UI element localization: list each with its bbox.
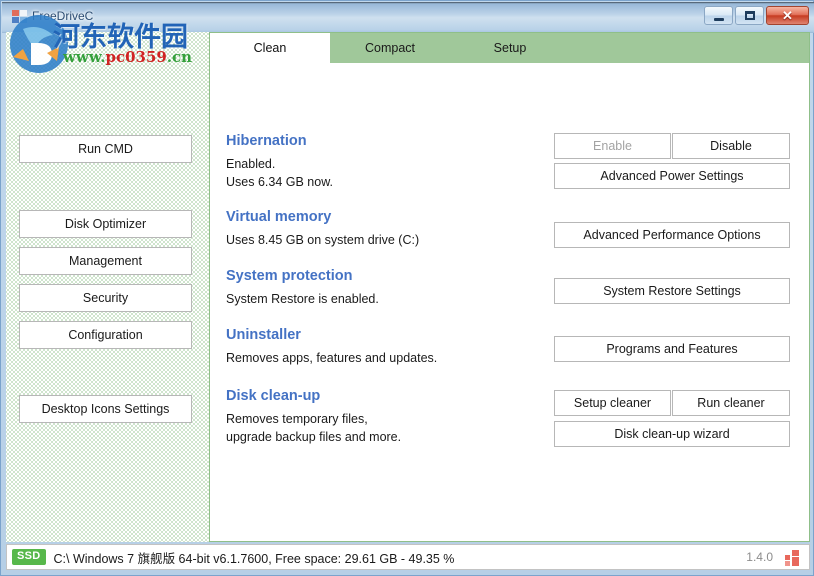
button-label: Enable [593,139,632,153]
tab-clean[interactable]: Clean [210,33,330,63]
sidebar-button-security[interactable]: Security [19,284,192,312]
button-label: Advanced Performance Options [583,228,760,242]
four-squares-logo-icon [785,550,801,566]
system-restore-settings-button[interactable]: System Restore Settings [554,278,790,304]
window-title: FreeDriveC [32,9,93,23]
minimize-button[interactable] [704,6,733,25]
status-text: C:\ Windows 7 旗舰版 64-bit v6.1.7600, Free… [54,548,455,567]
button-label: Disk clean-up wizard [614,427,729,441]
tab-label: Compact [365,41,415,55]
disk-cleanup-description-line-1: Removes temporary files, [226,412,368,426]
status-bar: SSD C:\ Windows 7 旗舰版 64-bit v6.1.7600, … [6,544,810,570]
window-frame: FreeDriveC ✕ Run CMD Disk Optimizer [0,0,814,576]
tab-label: Setup [494,41,527,55]
content-panel: Clean Compact Setup Hibernation Enabled.… [209,32,810,542]
sidebar-button-label: Run CMD [78,142,133,156]
advanced-performance-options-button[interactable]: Advanced Performance Options [554,222,790,248]
minimize-icon [714,18,724,21]
title-bar: FreeDriveC ✕ [2,2,814,33]
button-label: Disable [710,139,752,153]
tab-setup[interactable]: Setup [450,33,570,63]
button-label: Run cleaner [697,396,764,410]
hibernation-usage-line: Uses 6.34 GB now. [226,175,333,189]
sidebar-button-configuration[interactable]: Configuration [19,321,192,349]
close-button[interactable]: ✕ [766,6,809,25]
sidebar-button-label: Configuration [68,328,142,342]
section-title-disk-cleanup: Disk clean-up [226,388,320,404]
app-icon [11,8,28,25]
sidebar-button-label: Disk Optimizer [65,217,146,231]
disable-button[interactable]: Disable [672,133,790,159]
button-label: Programs and Features [606,342,737,356]
clean-tab-body: Hibernation Enabled. Uses 6.34 GB now. V… [210,63,809,541]
hibernation-status-line: Enabled. [226,157,275,171]
button-label: Setup cleaner [574,396,651,410]
disk-cleanup-wizard-button[interactable]: Disk clean-up wizard [554,421,790,447]
sidebar-button-label: Management [69,254,142,268]
programs-and-features-button[interactable]: Programs and Features [554,336,790,362]
setup-cleaner-button[interactable]: Setup cleaner [554,390,671,416]
maximize-button[interactable] [735,6,764,25]
tab-compact[interactable]: Compact [330,33,450,63]
sidebar-button-desktop-icons-settings[interactable]: Desktop Icons Settings [19,395,192,423]
sidebar-button-label: Security [83,291,128,305]
section-title-virtual-memory: Virtual memory [226,209,331,225]
sidebar-button-management[interactable]: Management [19,247,192,275]
system-protection-status-line: System Restore is enabled. [226,292,379,306]
section-title-system-protection: System protection [226,268,353,284]
tab-bar: Clean Compact Setup [210,33,809,63]
disk-cleanup-description-line-2: upgrade backup files and more. [226,430,401,444]
application-window: FreeDriveC ✕ Run CMD Disk Optimizer [0,0,814,576]
sidebar-button-run-cmd[interactable]: Run CMD [19,135,192,163]
enable-button[interactable]: Enable [554,133,671,159]
sidebar-button-label: Desktop Icons Settings [42,402,170,416]
advanced-power-settings-button[interactable]: Advanced Power Settings [554,163,790,189]
uninstaller-description-line: Removes apps, features and updates. [226,351,437,365]
section-title-hibernation: Hibernation [226,133,307,149]
button-label: Advanced Power Settings [600,169,743,183]
tab-label: Clean [254,41,287,55]
section-title-uninstaller: Uninstaller [226,327,301,343]
version-label: 1.4.0 [746,550,773,564]
close-icon: ✕ [782,9,793,22]
virtual-memory-usage-line: Uses 8.45 GB on system drive (C:) [226,233,419,247]
button-label: System Restore Settings [603,284,741,298]
maximize-icon [745,11,755,20]
window-controls: ✕ [704,6,809,25]
status-badge: SSD [12,549,46,565]
run-cleaner-button[interactable]: Run cleaner [672,390,790,416]
sidebar-button-disk-optimizer[interactable]: Disk Optimizer [19,210,192,238]
